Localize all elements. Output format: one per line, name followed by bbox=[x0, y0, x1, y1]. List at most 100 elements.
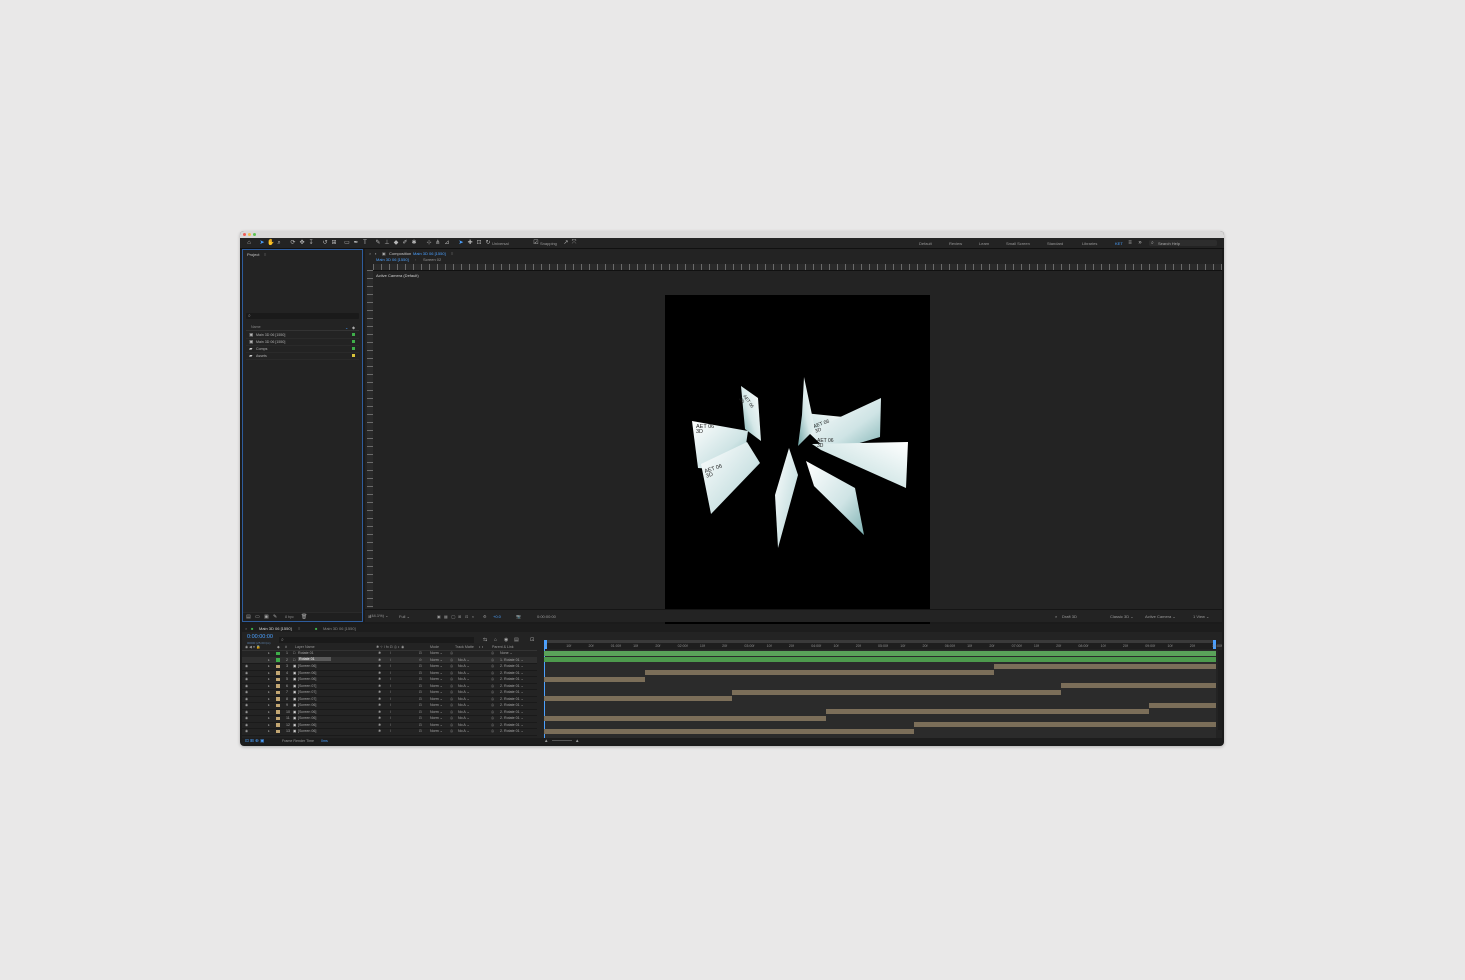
layer-name[interactable]: [Screen 06] bbox=[298, 664, 316, 668]
mode-select[interactable]: Norm ⌄ bbox=[430, 671, 443, 675]
track-matte-select[interactable]: No A ⌄ bbox=[458, 697, 470, 701]
layer-label-color[interactable] bbox=[276, 671, 280, 675]
project-search-field[interactable]: ⌕ bbox=[246, 313, 359, 319]
grid-guides-icon[interactable]: ⊞ bbox=[458, 614, 461, 619]
workspace-standard[interactable]: Standard bbox=[1047, 241, 1063, 246]
mode-select[interactable]: Norm ⌄ bbox=[430, 729, 443, 733]
more-workspaces-icon[interactable]: » bbox=[1137, 240, 1143, 246]
axis-local-icon[interactable]: ⊹ bbox=[426, 240, 432, 246]
label-tag-icon[interactable]: ◆ bbox=[352, 325, 355, 330]
quality-switch-icon[interactable]: / bbox=[390, 651, 391, 655]
visibility-eye-icon[interactable]: ◉ bbox=[245, 723, 248, 727]
layer-switches-toggle-icon[interactable]: ⊡ ⊞ ⊕ ▣ bbox=[245, 738, 264, 744]
threed-layer-switch-icon[interactable]: ⊡ bbox=[419, 671, 422, 675]
draft-3d-toggle-icon[interactable]: ⌂ bbox=[494, 637, 497, 643]
track-matte-select[interactable]: No A ⌄ bbox=[458, 684, 470, 688]
snap-option-icon[interactable]: ↗ bbox=[563, 240, 569, 246]
parent-pickwhip-icon[interactable]: ◎ bbox=[491, 723, 494, 727]
threed-layer-switch-icon[interactable]: ⊡ bbox=[419, 684, 422, 688]
layer-name[interactable]: [Screen 07] bbox=[298, 690, 316, 694]
subtab-main-3d[interactable]: Main 3D 06 [1550] bbox=[376, 257, 409, 262]
layer-duration-bar[interactable] bbox=[994, 663, 1216, 669]
workspace-ket[interactable]: KET bbox=[1115, 241, 1123, 246]
layer-label-color[interactable] bbox=[276, 716, 280, 720]
expand-arrow-icon[interactable]: ▸ bbox=[268, 697, 270, 701]
parent-select[interactable]: None ⌄ bbox=[500, 651, 513, 655]
timeline-scrollbar[interactable] bbox=[1218, 650, 1222, 730]
zoom-tool-icon[interactable]: ⌕ bbox=[276, 240, 282, 246]
frame-blending-icon[interactable]: ▤ bbox=[514, 637, 519, 643]
visibility-eye-icon[interactable]: ◉ bbox=[245, 697, 248, 701]
visibility-eye-icon[interactable]: ◉ bbox=[245, 710, 248, 714]
parent-select[interactable]: 2. Rotate 01 ⌄ bbox=[500, 729, 524, 733]
eraser-tool-icon[interactable]: ◆ bbox=[393, 240, 399, 246]
label-color-swatch[interactable] bbox=[352, 333, 355, 336]
new-folder-icon[interactable]: ▭ bbox=[255, 614, 260, 620]
parent-pickwhip-icon[interactable]: ◎ bbox=[491, 697, 494, 701]
track-matte-select[interactable]: No A ⌄ bbox=[458, 658, 470, 662]
layer-name[interactable]: [Screen 06] bbox=[298, 716, 316, 720]
label-header-icon[interactable]: ◆ bbox=[277, 645, 280, 649]
pen-tool-icon[interactable]: ✒ bbox=[353, 240, 359, 246]
parent-select[interactable]: 2. Rotate 01 ⌄ bbox=[500, 710, 524, 714]
visibility-eye-icon[interactable]: ◉ bbox=[245, 664, 248, 668]
timeline-tab-main[interactable]: Main 3D 06 [1550] bbox=[259, 626, 292, 631]
snap-target-icon[interactable]: ⤧ bbox=[571, 240, 577, 246]
collapse-switch-icon[interactable]: ✱ bbox=[378, 664, 381, 668]
parent-select[interactable]: 2. Rotate 01 ⌄ bbox=[500, 671, 524, 675]
snapping-checkbox[interactable]: ☑ bbox=[533, 240, 539, 246]
parent-select[interactable]: 1. Rotate 01 ⌄ bbox=[500, 658, 524, 662]
universal-label[interactable]: Universal bbox=[492, 241, 509, 246]
snapshot-icon[interactable]: 📷 bbox=[516, 614, 521, 619]
mode-select[interactable]: Norm ⌄ bbox=[430, 710, 443, 714]
layer-label-color[interactable] bbox=[276, 690, 280, 694]
layer-label-color[interactable] bbox=[276, 684, 280, 688]
layer-duration-bar[interactable] bbox=[826, 709, 1149, 715]
search-help-field[interactable]: ⌕ Search Help bbox=[1149, 240, 1217, 246]
layer-duration-bar[interactable] bbox=[544, 676, 645, 682]
current-time-display[interactable]: 0:00:00:00 bbox=[247, 634, 273, 640]
collapse-switch-icon[interactable]: ✱ bbox=[378, 729, 381, 733]
expand-arrow-icon[interactable]: ▸ bbox=[268, 729, 270, 733]
expand-arrow-icon[interactable]: ▸ bbox=[268, 710, 270, 714]
selection-tool-icon[interactable]: ➤ bbox=[259, 240, 265, 246]
mode-select[interactable]: Norm ⌄ bbox=[430, 723, 443, 727]
layer-label-color[interactable] bbox=[276, 664, 280, 668]
mode-select[interactable]: Norm ⌄ bbox=[430, 697, 443, 701]
collapse-switch-icon[interactable]: ✱ bbox=[378, 716, 381, 720]
timeline-tab-secondary[interactable]: Main 3D 06 [1550] bbox=[323, 626, 356, 631]
viewer-timecode[interactable]: 0:00:00:00 bbox=[537, 614, 556, 619]
bpc-label[interactable]: 8 bpc bbox=[285, 615, 294, 619]
visibility-eye-icon[interactable]: ◉ bbox=[245, 703, 248, 707]
layer-bars-area[interactable] bbox=[544, 640, 1216, 738]
layer-name[interactable]: [Screen 06] bbox=[298, 710, 316, 714]
mode-select[interactable]: Norm ⌄ bbox=[430, 651, 443, 655]
parent-select[interactable]: 2. Rotate 01 ⌄ bbox=[500, 697, 524, 701]
comp-flowchart-icon[interactable]: ⇆ bbox=[483, 637, 487, 643]
threed-layer-switch-icon[interactable]: ⊡ bbox=[419, 651, 422, 655]
subtab-screen-02[interactable]: Screen 02 bbox=[423, 257, 441, 262]
shy-layers-icon[interactable]: ◉ bbox=[504, 637, 508, 643]
quality-switch-icon[interactable]: / bbox=[390, 710, 391, 714]
track-matte-select[interactable]: No A ⌄ bbox=[458, 690, 470, 694]
layer-duration-bar[interactable] bbox=[644, 670, 995, 676]
exposure-label[interactable]: +0.0 bbox=[493, 614, 501, 619]
mode-select[interactable]: Norm ⌄ bbox=[430, 658, 443, 662]
threed-layer-switch-icon[interactable]: ⊡ bbox=[419, 710, 422, 714]
camera-select-icon[interactable]: ➤ bbox=[458, 240, 464, 246]
parent-pickwhip-icon[interactable]: ◎ bbox=[491, 671, 494, 675]
layer-duration-bar[interactable] bbox=[544, 728, 914, 734]
region-icon[interactable]: ▣ bbox=[437, 614, 441, 619]
parent-select[interactable]: 2. Rotate 01 ⌄ bbox=[500, 723, 524, 727]
track-matte-select[interactable]: No A ⌄ bbox=[458, 671, 470, 675]
camera-move-icon[interactable]: ✚ bbox=[467, 240, 473, 246]
label-color-swatch[interactable] bbox=[352, 347, 355, 350]
layer-row[interactable]: ◉ ▸ 13 ▣ [Screen 06] ✱ / ⊡ Norm ⌄ ◎ No A ⌄ ◎ 2. Rota… bbox=[242, 728, 537, 736]
collapse-switch-icon[interactable]: ✱ bbox=[378, 697, 381, 701]
layer-duration-bar[interactable] bbox=[544, 657, 1216, 663]
track-matte-select[interactable]: No A ⌄ bbox=[458, 710, 470, 714]
visibility-eye-icon[interactable]: ◉ bbox=[245, 677, 248, 681]
trash-icon[interactable]: 🗑 bbox=[301, 614, 307, 620]
expand-arrow-icon[interactable]: ▸ bbox=[268, 671, 270, 675]
parent-select[interactable]: 2. Rotate 01 ⌄ bbox=[500, 677, 524, 681]
